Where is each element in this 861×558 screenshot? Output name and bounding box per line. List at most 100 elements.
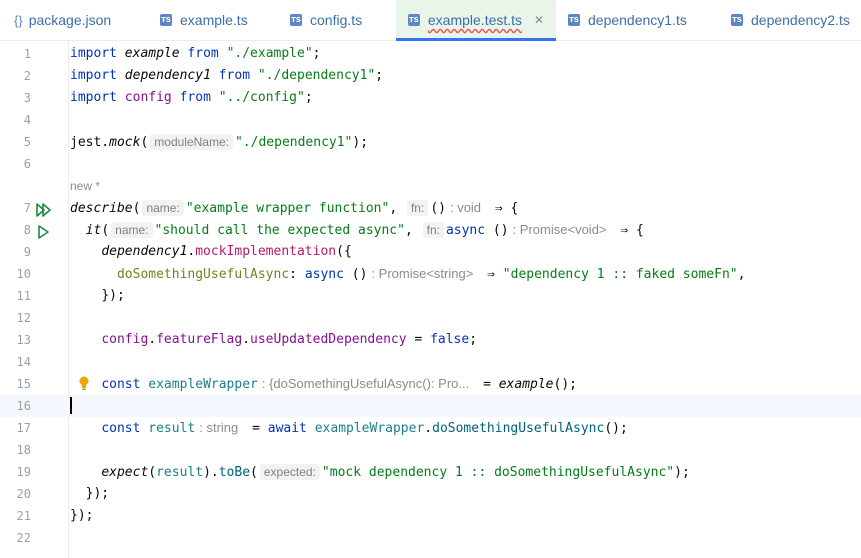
token-operator: = — [483, 377, 499, 392]
tab-config-ts[interactable]: TS config.ts — [290, 0, 362, 40]
token-punct: ; — [375, 68, 384, 83]
usage-hint[interactable]: new * — [70, 175, 100, 197]
current-line-highlight — [0, 395, 861, 417]
token-string: "dependency 1 :: faked someFn" — [502, 267, 738, 282]
tab-label: example.test.ts — [427, 12, 523, 28]
tab-label: config.ts — [310, 12, 363, 28]
code-line-10[interactable]: doSomethingUsefulAsync: async (): Promis… — [70, 263, 745, 286]
parameter-hint: fn: — [422, 222, 444, 238]
tab-dependency2-ts[interactable]: TS dependency2.ts — [731, 0, 850, 40]
tab-label: package.json — [28, 12, 112, 28]
line-number: 5 — [23, 135, 31, 149]
token-keyword: async — [445, 223, 486, 238]
code-line-15[interactable]: const exampleWrapper: {doSomethingUseful… — [70, 373, 577, 396]
token-operator: = — [406, 332, 431, 347]
tab-label: dependency2.ts — [751, 12, 850, 28]
token-punct: . — [242, 332, 251, 347]
token-punct: ( — [101, 223, 110, 238]
code-line-21[interactable]: }); — [70, 505, 93, 527]
code-line-17[interactable]: const result: string = await exampleWrap… — [70, 417, 628, 440]
token-identifier: dependency1 — [124, 68, 211, 83]
token-function: example — [498, 377, 554, 392]
code-line-11[interactable]: }); — [70, 285, 124, 307]
run-test-icon[interactable] — [36, 221, 52, 243]
run-all-tests-icon[interactable] — [36, 199, 52, 221]
token-punct: , — [404, 223, 413, 238]
token-identifier: example — [124, 46, 180, 61]
code-line-7[interactable]: describe(name: "example wrapper function"… — [70, 197, 518, 220]
token-punct: , — [737, 267, 746, 282]
tab-dependency1-ts[interactable]: TS dependency1.ts — [568, 0, 687, 40]
close-tab-icon[interactable]: ✕ — [534, 13, 544, 27]
token-variable: exampleWrapper — [314, 421, 425, 436]
line-number: 14 — [16, 355, 31, 369]
code-line-5[interactable]: jest.mock(moduleName: "./dependency1"); — [70, 131, 368, 154]
code-line-20[interactable]: }); — [70, 483, 110, 505]
token-function: mock — [109, 135, 141, 150]
token-punct: ). — [203, 465, 219, 480]
token-punct: , — [389, 201, 398, 216]
code-line-1[interactable]: import example from "./example"; — [70, 43, 320, 65]
token-keyword: from — [179, 90, 211, 105]
line-number: 10 — [16, 267, 31, 281]
tab-example-test-ts[interactable]: TS example.test.ts ✕ — [396, 0, 556, 41]
token-punct: ); — [352, 135, 369, 150]
tab-example-ts[interactable]: TS example.ts — [160, 0, 248, 40]
line-number: 15 — [16, 377, 31, 391]
token-operator: = — [252, 421, 268, 436]
token-punct: ( — [132, 201, 141, 216]
token-variable: result — [156, 465, 204, 480]
code-line-8[interactable]: it(name: "should call the expected async"… — [70, 219, 644, 242]
code-line-3[interactable]: import config from "../config"; — [70, 87, 313, 109]
line-number: 11 — [16, 289, 31, 303]
line-number: 7 — [23, 201, 31, 215]
line-number: 8 — [23, 223, 31, 237]
code-line-19[interactable]: expect(result).toBe(expected: "mock depen… — [70, 461, 690, 484]
line-number: 18 — [16, 443, 31, 457]
tab-label: dependency1.ts — [588, 12, 687, 28]
token-punct: ({ — [336, 244, 352, 259]
token-punct: ( — [148, 465, 157, 480]
token-keyword: import — [70, 46, 117, 61]
token-punct: () — [492, 223, 509, 238]
token-punct: ; — [312, 46, 321, 61]
token-function: mockImplementation — [195, 244, 337, 259]
token-punct: ( — [140, 135, 149, 150]
token-keyword: import — [70, 90, 117, 105]
token-punct: (); — [604, 421, 628, 436]
token-identifier: config — [124, 90, 172, 105]
ts-test-file-icon: TS — [407, 14, 420, 26]
ts-file-icon: TS — [160, 14, 172, 26]
token-punct: ; — [469, 332, 478, 347]
line-number: 6 — [23, 157, 31, 171]
text-caret — [70, 397, 72, 414]
token-keyword: false — [430, 332, 470, 347]
line-number: 22 — [16, 531, 31, 545]
ts-file-icon: TS — [568, 14, 580, 26]
code-line-13[interactable]: config.featureFlag.useUpdatedDependency … — [70, 329, 477, 351]
code-editor[interactable]: 1 2 3 4 5 6 7 8 9 10 11 12 13 14 15 16 1… — [0, 41, 861, 558]
line-number: 19 — [16, 465, 31, 479]
editor-tab-bar: {} package.json TS example.ts TS config.… — [0, 0, 861, 41]
type-hint: : Promise<string> — [371, 266, 474, 281]
token-punct: ); — [674, 465, 690, 480]
token-punct: (); — [553, 377, 577, 392]
token-punct: . — [148, 332, 157, 347]
code-line-16[interactable] — [70, 395, 72, 417]
tab-package-json[interactable]: {} package.json — [14, 0, 111, 40]
code-line-9[interactable]: dependency1.mockImplementation({ — [70, 241, 352, 263]
line-number: 20 — [16, 487, 31, 501]
code-line-2[interactable]: import dependency1 from "./dependency1"; — [70, 65, 383, 87]
parameter-hint: fn: — [406, 200, 429, 216]
token-function: toBe — [218, 465, 251, 480]
token-keyword: from — [187, 46, 219, 61]
token-punct: ( — [250, 465, 258, 480]
parameter-hint: expected: — [259, 464, 320, 480]
token-keyword: const — [101, 421, 141, 436]
line-number: 21 — [16, 509, 31, 523]
